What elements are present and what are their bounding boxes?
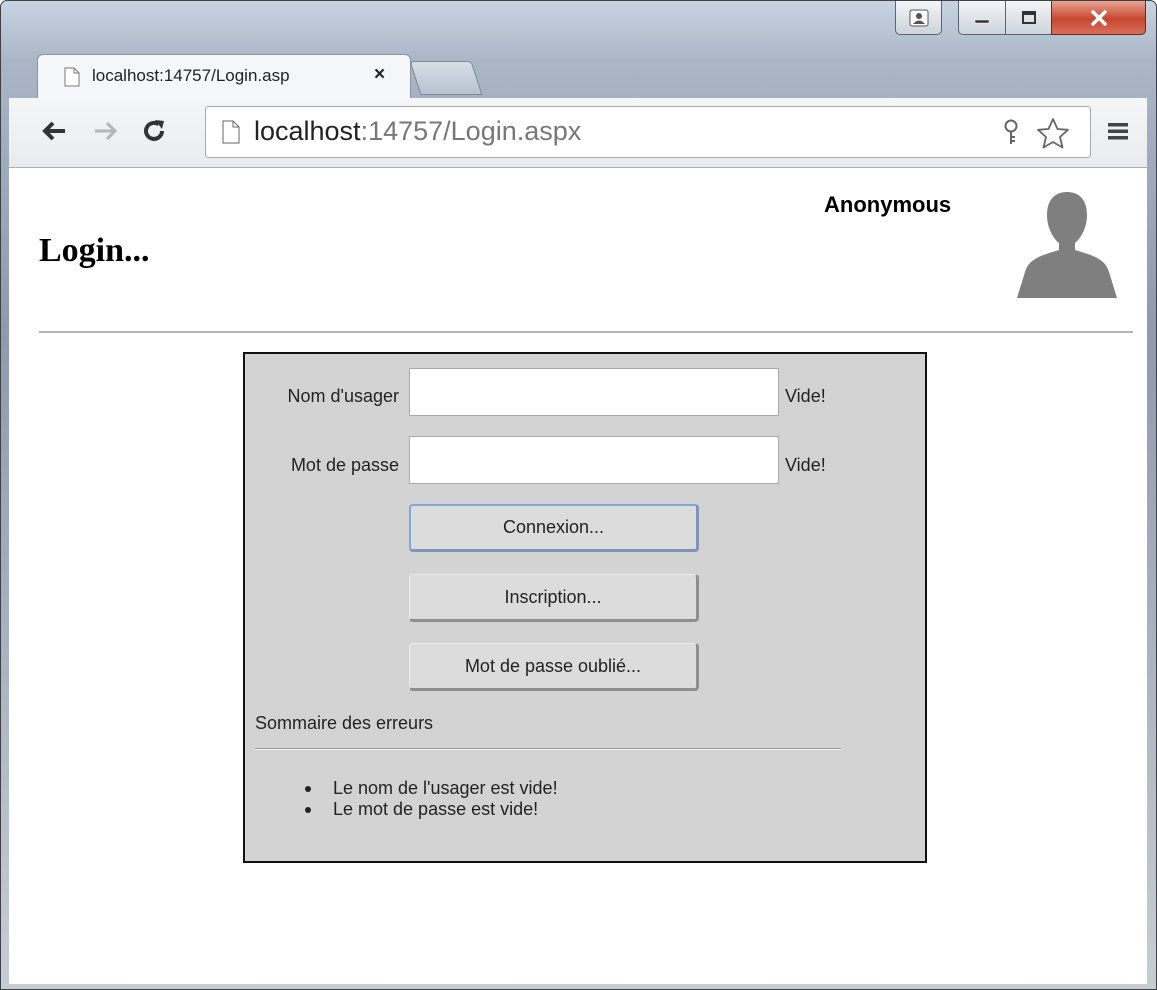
page-viewport: Login... Anonymous Nom d'usager Vide! Mo… [9,168,1147,984]
url-host: localhost [254,116,361,146]
tab-login[interactable]: localhost:14757/Login.asp × [37,54,411,99]
error-summary-divider [255,748,841,750]
menu-button[interactable] [1101,116,1135,150]
menu-icon [1106,120,1130,147]
password-validation-msg: Vide! [785,455,826,475]
username-label: Nom d'usager [287,386,400,406]
page-icon [222,120,240,149]
login-button[interactable]: Connexion... [409,504,699,552]
browser-window: localhost:14757/Login.asp × localhost:14… [0,0,1157,990]
back-button[interactable] [37,116,71,150]
forgot-password-button[interactable]: Mot de passe oublié... [409,643,699,691]
close-icon [1088,9,1110,27]
close-window-button[interactable] [1051,1,1146,35]
maximize-icon [1019,10,1039,26]
username-field[interactable] [409,368,779,416]
browser-toolbar: localhost:14757/Login.aspx [9,98,1147,168]
list-item: Le nom de l'usager est vide! [305,778,558,799]
new-tab-button[interactable] [409,61,483,95]
page-title: Login... [39,232,150,269]
tab-close-button[interactable]: × [374,64,385,86]
tab-title: localhost:14757/Login.asp [92,66,290,85]
password-field[interactable] [409,436,779,484]
register-button[interactable]: Inscription... [409,574,699,622]
user-silhouette-icon [1015,188,1119,305]
minimize-button[interactable] [958,1,1006,35]
error-summary-title: Sommaire des erreurs [255,713,434,733]
profile-icon [909,9,929,27]
header-divider [39,331,1133,333]
current-user-name: Anonymous [824,192,952,217]
profile-button[interactable] [895,1,942,35]
password-label: Mot de passe [290,455,399,475]
maximize-button[interactable] [1005,1,1052,35]
login-panel: Nom d'usager Vide! Mot de passe Vide! Co… [243,352,927,863]
username-validation-msg: Vide! [785,386,826,406]
url-path: :14757/Login.aspx [360,116,582,146]
forward-arrow-icon [93,120,119,147]
reload-icon [141,118,167,149]
minimize-icon [972,11,992,25]
url-text: localhost:14757/Login.aspx [254,116,581,147]
star-icon[interactable] [1036,117,1070,154]
forward-button[interactable] [89,116,123,150]
page-icon [64,67,80,92]
address-bar[interactable]: localhost:14757/Login.aspx [205,106,1091,158]
error-summary-list: Le nom de l'usager est vide! Le mot de p… [305,778,558,820]
reload-button[interactable] [137,116,171,150]
key-icon[interactable] [1000,119,1022,152]
list-item: Le mot de passe est vide! [305,799,558,820]
back-arrow-icon [41,120,67,147]
